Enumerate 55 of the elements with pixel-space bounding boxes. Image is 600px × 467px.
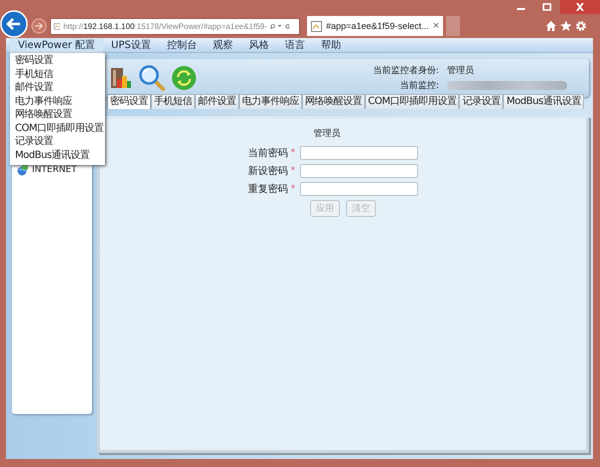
url-text: http://192.168.1.100:15178/ViewPower/#app=a1ee&1f59- <box>63 22 268 30</box>
page-icon <box>54 20 60 32</box>
tab-close-button[interactable]: × <box>432 20 440 32</box>
search-icon[interactable] <box>138 64 166 92</box>
menu-option[interactable]: 电力事件响应 <box>10 94 105 108</box>
back-button[interactable] <box>0 10 28 38</box>
tab[interactable]: 网络唤醒设置 <box>302 94 365 109</box>
tab-title: #app=a1ee&1f59-select... <box>326 21 429 31</box>
close-button[interactable] <box>560 0 600 14</box>
menu-option[interactable]: 记录设置 <box>10 135 105 148</box>
menu-option[interactable]: 邮件设置 <box>10 81 105 94</box>
tab[interactable]: 记录设置 <box>459 94 504 109</box>
tab[interactable]: ModBus通讯设置 <box>503 94 584 109</box>
menu-item[interactable]: 风格 <box>240 38 277 52</box>
required-mark: * <box>290 166 296 176</box>
menu-item[interactable]: 控制台 <box>158 38 205 52</box>
tree-item[interactable]: INTERNET <box>32 164 77 174</box>
page-icon <box>311 20 322 32</box>
identity-value: 管理员 <box>447 64 475 77</box>
tab[interactable]: 密码设置 <box>107 94 151 109</box>
identity-label: 当前监控者身份: <box>372 64 439 77</box>
field-label: 新设密码 <box>248 164 288 178</box>
input-field[interactable] <box>300 146 418 160</box>
star-icon[interactable] <box>560 20 572 32</box>
settings-icon[interactable] <box>575 20 587 32</box>
menu-option[interactable]: 网络唤醒设置 <box>10 108 105 122</box>
input-field[interactable] <box>300 164 418 178</box>
menu-item[interactable]: UPS设置 <box>103 38 159 52</box>
menu-item[interactable]: 观察 <box>204 38 241 52</box>
field-label: 当前密码 <box>248 146 288 160</box>
refresh-icon[interactable] <box>284 22 290 30</box>
close-icon <box>575 3 585 11</box>
required-mark: * <box>290 184 296 194</box>
menu-option[interactable]: 手机短信 <box>10 68 105 81</box>
search-icon[interactable] <box>270 22 276 30</box>
menu-option[interactable]: ModBus通讯设置 <box>10 148 105 162</box>
tab[interactable]: COM口即插即用设置 <box>365 94 460 109</box>
menu-option[interactable]: 密码设置 <box>10 54 105 68</box>
home-icon[interactable] <box>545 20 557 32</box>
tab[interactable]: 电力事件响应 <box>239 94 302 109</box>
input-field[interactable] <box>300 182 418 196</box>
maximize-icon <box>542 3 552 11</box>
form-title: 管理员 <box>314 128 340 140</box>
menu-item[interactable]: 语言 <box>276 38 313 52</box>
monitor-label: 当前监控: <box>400 80 439 92</box>
menu-item[interactable]: 帮助 <box>312 38 349 52</box>
tab[interactable]: 邮件设置 <box>195 94 239 109</box>
forward-button[interactable] <box>31 18 47 34</box>
required-mark: * <box>290 148 296 158</box>
browser-tab[interactable]: #app=a1ee&1f59-select... × <box>307 16 444 36</box>
menu-item[interactable]: ViewPower 配置 <box>10 38 104 52</box>
field-label: 重复密码 <box>248 182 288 196</box>
tab[interactable]: 手机短信 <box>151 94 195 109</box>
menu-option[interactable]: COM口即插即用设置 <box>10 122 105 135</box>
address-bar[interactable]: http://192.168.1.100:15178/ViewPower/#app=a1ee&1f59- <box>50 18 300 34</box>
